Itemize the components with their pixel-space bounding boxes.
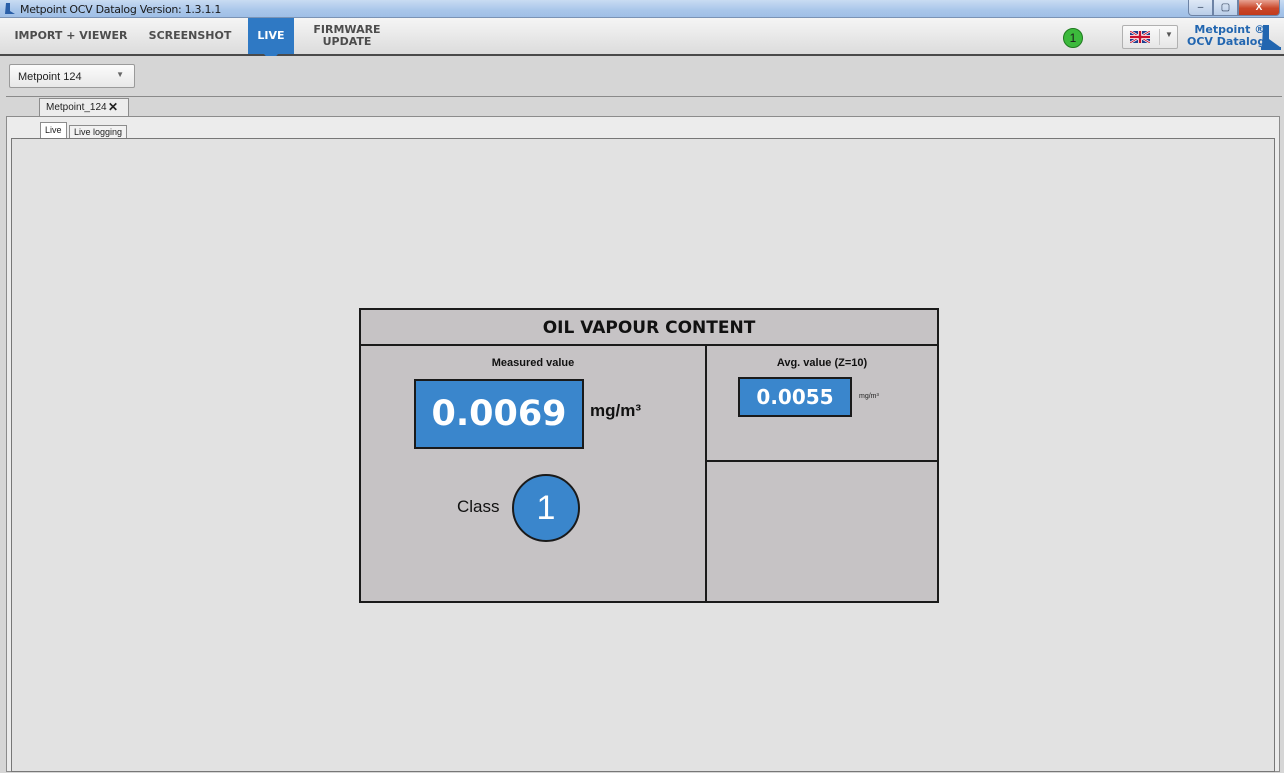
class-label: Class: [457, 497, 500, 516]
main-area: Metpoint 124 ▼ Metpoint_124 ✕ Live Live …: [0, 56, 1284, 773]
average-value-display: 0.0055: [738, 377, 852, 417]
maximize-button[interactable]: ▢: [1213, 0, 1238, 16]
chevron-down-icon: ▼: [1165, 30, 1173, 39]
average-value-label: Avg. value (Z=10): [776, 357, 868, 369]
document-tab-metpoint-124[interactable]: Metpoint_124 ✕: [39, 98, 129, 116]
nav-import-viewer[interactable]: IMPORT + VIEWER: [12, 18, 130, 54]
window-title-bar: Metpoint OCV Datalog Version: 1.3.1.1 – …: [0, 0, 1284, 18]
nav-live[interactable]: LIVE: [248, 18, 294, 62]
device-dropdown[interactable]: Metpoint 124 ▼: [9, 64, 135, 88]
panel-vertical-divider: [705, 346, 707, 601]
beko-logo-icon: [1261, 25, 1281, 50]
uk-flag-icon: [1130, 31, 1150, 43]
nav-import-viewer-label: IMPORT + VIEWER: [14, 29, 128, 42]
window-controls: – ▢ X: [1188, 0, 1280, 17]
app-logo-icon: [5, 3, 15, 14]
average-value-unit: mg/m³: [859, 393, 879, 400]
chevron-down-icon: ▼: [116, 70, 124, 79]
tab-live-logging[interactable]: Live logging: [69, 125, 128, 139]
tab-live[interactable]: Live: [40, 122, 67, 139]
document-tab-label: Metpoint_124: [46, 102, 107, 113]
top-navigation: IMPORT + VIEWER SCREENSHOT LIVE FIRMWARE…: [0, 18, 1284, 62]
panel-title: OIL VAPOUR CONTENT: [361, 310, 937, 346]
live-view-area: OIL VAPOUR CONTENT Measured value 0.0069…: [11, 138, 1275, 772]
nav-live-label: LIVE: [257, 29, 285, 42]
device-dropdown-value: Metpoint 124: [18, 71, 82, 83]
close-tab-icon[interactable]: ✕: [108, 100, 118, 114]
panel-horizontal-divider: [707, 460, 937, 462]
class-indicator: 1: [512, 474, 580, 542]
nav-firmware-update[interactable]: FIRMWARE UPDATE: [312, 18, 382, 54]
notification-badge[interactable]: 1: [1063, 28, 1083, 48]
nav-firmware-update-label: FIRMWARE UPDATE: [313, 23, 381, 48]
brand-name: Metpoint ® OCV Datalog: [1187, 24, 1265, 48]
measured-value-label: Measured value: [491, 357, 575, 369]
language-selector[interactable]: ▼: [1122, 25, 1178, 49]
minimize-button[interactable]: –: [1188, 0, 1213, 16]
nav-screenshot[interactable]: SCREENSHOT: [144, 18, 236, 54]
document-content-frame: Live Live logging OIL VAPOUR CONTENT Mea…: [6, 116, 1280, 772]
measured-value-display: 0.0069: [414, 379, 584, 449]
brand-line-2: OCV Datalog: [1187, 35, 1266, 48]
close-window-button[interactable]: X: [1238, 0, 1280, 16]
nav-screenshot-label: SCREENSHOT: [148, 29, 232, 42]
language-separator: [1159, 29, 1160, 45]
oil-vapour-panel: OIL VAPOUR CONTENT Measured value 0.0069…: [359, 308, 939, 603]
divider: [6, 96, 1282, 97]
window-title: Metpoint OCV Datalog Version: 1.3.1.1: [20, 3, 222, 16]
measured-value-unit: mg/m³: [590, 401, 641, 420]
